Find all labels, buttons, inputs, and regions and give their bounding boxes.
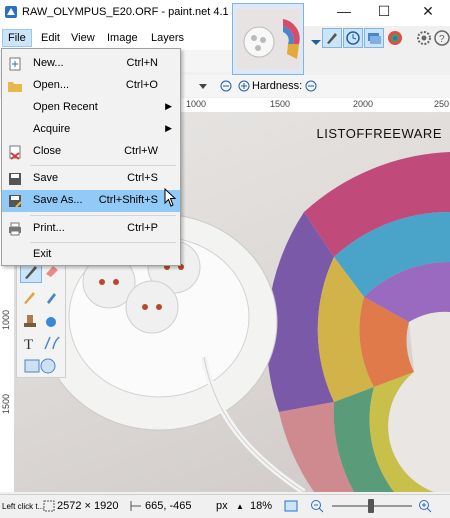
menu-item-shortcut: Ctrl+S — [127, 172, 158, 184]
shapes-tool-icon[interactable] — [22, 355, 60, 375]
menu-separator — [30, 165, 176, 166]
image-thumbnail[interactable] — [232, 3, 304, 75]
color-fan-image — [266, 152, 450, 492]
svg-text:T: T — [24, 337, 33, 353]
menu-item-label: Close — [33, 145, 62, 157]
menu-item-label: New... — [33, 57, 64, 69]
menu-item-new[interactable]: New... Ctrl+N — [2, 53, 180, 75]
zoom-to-window-icon[interactable] — [284, 499, 298, 513]
menu-layers[interactable]: Layers — [146, 30, 189, 46]
menu-item-shortcut: Ctrl+N — [126, 57, 158, 69]
menu-item-label: Open... — [33, 79, 70, 91]
menu-item-label: Open Recent — [33, 101, 98, 113]
color-picker-tool-icon[interactable] — [42, 287, 62, 307]
submenu-arrow-icon: ▶ — [165, 101, 172, 111]
layers-window-icon[interactable] — [364, 28, 384, 48]
menu-item-print[interactable]: Print... Ctrl+P — [2, 218, 180, 240]
menu-item-save[interactable]: Save Ctrl+S — [2, 168, 180, 190]
text-tool-icon[interactable]: T — [20, 333, 40, 353]
menu-image[interactable]: Image — [102, 30, 143, 46]
menu-file[interactable]: File — [2, 29, 32, 47]
cursor-position-icon — [130, 501, 141, 511]
menu-item-label: Save As... — [33, 194, 83, 206]
maximize-button[interactable]: ☐ — [364, 0, 404, 24]
tools-palette: T — [16, 258, 66, 378]
hardness-label: Hardness: — [252, 80, 303, 92]
window-toolbar: ? — [302, 26, 450, 48]
ruler-label: 1500 — [270, 99, 291, 109]
cursor-position: 665, -465 — [145, 500, 192, 512]
open-folder-icon — [8, 82, 22, 92]
units-dropdown-icon[interactable]: ▲ — [236, 502, 244, 511]
chevron-down-icon[interactable] — [197, 80, 209, 92]
menu-separator — [30, 242, 176, 243]
menu-item-label: Acquire — [33, 123, 71, 135]
status-bar: Left click t... 2572 × 1920 665, -465 px… — [0, 494, 450, 518]
paintnet-app-icon — [5, 6, 17, 18]
menu-view[interactable]: View — [66, 30, 100, 46]
menu-item-label: Exit — [33, 248, 52, 260]
save-icon — [9, 173, 21, 185]
settings-gear-icon[interactable] — [414, 28, 434, 48]
svg-text:?: ? — [439, 34, 445, 45]
menu-item-open-recent[interactable]: Open Recent ▶ — [2, 97, 180, 119]
zoom-in-icon[interactable] — [418, 499, 432, 513]
menu-edit[interactable]: Edit — [36, 30, 65, 46]
colors-window-icon[interactable] — [385, 28, 405, 48]
mouse-cursor-icon — [164, 188, 177, 207]
zoom-level[interactable]: 18% — [250, 500, 272, 512]
window-title: RAW_OLYMPUS_E20.ORF - paint.net 4.1 — [22, 6, 229, 18]
tools-window-icon[interactable] — [322, 28, 342, 48]
menu-item-label: Print... — [33, 222, 65, 234]
menu-item-label: Save — [33, 172, 59, 184]
ruler-label: 2000 — [353, 99, 374, 109]
print-icon — [9, 222, 21, 236]
submenu-arrow-icon: ▶ — [165, 123, 172, 133]
menu-item-open[interactable]: Open... Ctrl+O — [2, 75, 180, 97]
menu-item-shortcut: Ctrl+P — [127, 222, 158, 234]
menu-item-acquire[interactable]: Acquire ▶ — [2, 119, 180, 141]
image-size-icon — [43, 500, 55, 512]
status-hint: Left click t... — [2, 502, 45, 511]
menu-item-save-as[interactable]: Save As... Ctrl+Shift+S — [2, 190, 180, 212]
menu-item-close[interactable]: Close Ctrl+W — [2, 141, 180, 163]
hardness-decrease-icon[interactable] — [305, 80, 317, 92]
minimize-button[interactable]: — — [324, 0, 364, 24]
thumbnail-preview-icon — [236, 9, 300, 69]
ruler-label: 1000 — [1, 310, 11, 331]
zoom-slider-thumb[interactable] — [368, 499, 374, 513]
zoom-out-icon[interactable] — [310, 499, 324, 513]
file-menu-dropdown: New... Ctrl+N Open... Ctrl+O Open Recent… — [1, 48, 181, 266]
menu-item-shortcut: Ctrl+Shift+S — [98, 194, 158, 206]
menu-item-shortcut: Ctrl+O — [125, 79, 158, 91]
help-icon[interactable]: ? — [432, 28, 450, 48]
watermark-text: LISTOFFREEWARE — [316, 126, 442, 141]
close-document-icon — [9, 145, 21, 160]
ruler-label: 1000 — [186, 99, 207, 109]
close-button[interactable]: ✕ — [408, 0, 448, 24]
blend-mode-icon[interactable] — [238, 80, 250, 92]
menu-item-exit[interactable]: Exit — [2, 244, 180, 266]
antialias-toggle-icon[interactable] — [220, 80, 232, 92]
clone-stamp-tool-icon[interactable] — [20, 311, 40, 331]
units-select[interactable]: px — [216, 500, 228, 512]
line-curve-tool-icon[interactable] — [42, 333, 62, 353]
pencil-tool-icon[interactable] — [20, 287, 40, 307]
new-file-icon — [9, 57, 21, 71]
save-as-icon — [9, 195, 22, 208]
menu-item-shortcut: Ctrl+W — [124, 145, 158, 157]
ruler-label: 250 — [434, 99, 450, 109]
ruler-label: 1500 — [1, 394, 11, 415]
recolor-tool-icon[interactable] — [42, 311, 62, 331]
title-bar: RAW_OLYMPUS_E20.ORF - paint.net 4.1 — ☐ … — [0, 0, 450, 26]
history-window-icon[interactable] — [343, 28, 363, 48]
image-size: 2572 × 1920 — [57, 500, 119, 512]
menu-separator — [30, 215, 176, 216]
menu-bar: File Edit View Image Layers — [0, 26, 232, 50]
